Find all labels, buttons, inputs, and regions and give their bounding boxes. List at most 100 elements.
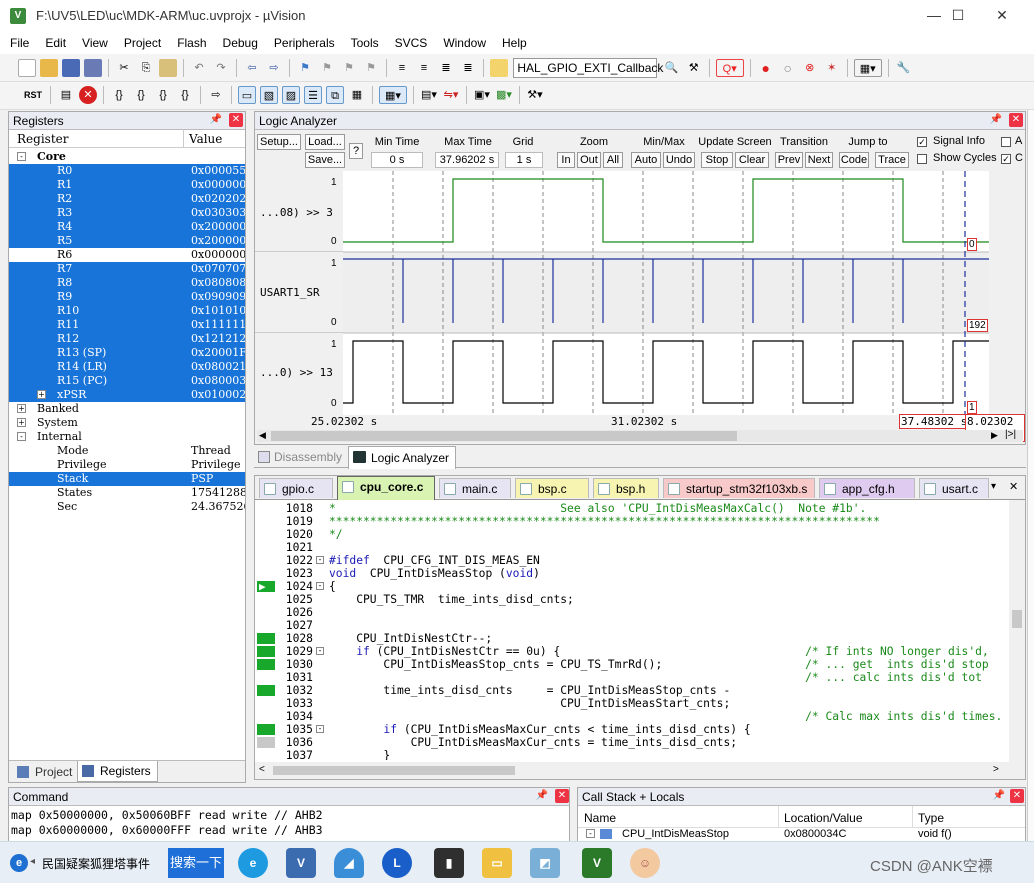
register-row[interactable]: R3 0x0303030 [9,206,245,220]
menu-item-view[interactable]: View [82,32,108,54]
expand-toggle-icon[interactable]: + [17,418,26,427]
run-icon[interactable]: ▤ [57,86,75,104]
fold-toggle-icon[interactable]: - [316,647,324,655]
close-panel-icon[interactable]: ✕ [1010,789,1024,803]
close-tab-icon[interactable]: ✕ [1009,480,1018,493]
code-line[interactable]: 1026 [255,606,1007,619]
register-row[interactable]: R1 0x0000000 [9,178,245,192]
transition-prev-button[interactable]: Prev [775,152,803,168]
news-headline[interactable]: 民国疑案狐狸塔事件 [42,855,150,872]
help-button[interactable]: ? [349,143,363,159]
expand-icon[interactable]: - [586,829,595,838]
code-line[interactable]: 1028 CPU_IntDisNestCtr--; [255,632,1007,645]
cut-icon[interactable]: ✂ [115,59,133,77]
code-line[interactable]: ▶ 1024-{ [255,580,1007,593]
fold-toggle-icon[interactable]: - [316,556,324,564]
avatar-icon[interactable]: ☺ [630,848,660,878]
tab-project[interactable]: Project [13,763,78,781]
debug-session-icon[interactable]: Q▾ [715,59,744,77]
register-row[interactable]: R5 0x200000C [9,234,245,248]
zoom-in-button[interactable]: In [557,152,575,168]
signal-info-checkbox[interactable]: ✓ [917,137,927,147]
minmax-undo-button[interactable]: Undo [663,152,695,168]
code-line[interactable]: 1037 } [255,749,1007,760]
editor-tab[interactable]: startup_stm32f103xb.s [663,478,815,498]
tree-core[interactable]: - Core [9,150,245,164]
code-line[interactable]: 1027 [255,619,1007,632]
register-row[interactable]: R7 0x0707070 [9,262,245,276]
shark-app-icon[interactable]: ◢ [334,848,364,878]
stop-debug-icon[interactable]: ✕ [79,86,97,104]
register-row[interactable]: R15 (PC) 0x0800034 [9,374,245,388]
editor-tab[interactable]: usart.c [919,478,989,498]
auto-button[interactable]: Auto [631,152,661,168]
search-button[interactable]: 搜索一下 [168,848,224,878]
next-bookmark-icon[interactable]: ⚑ [340,59,358,77]
step-icon[interactable]: {} [110,86,128,104]
code-line[interactable]: 1018 * See also 'CPU_IntDisMeasMaxCalc() … [255,502,1007,515]
configure-icon[interactable]: 🔧 [895,59,913,77]
menu-item-project[interactable]: Project [124,32,161,54]
code-line[interactable]: 1034 /* Calc max ints dis'd times. [255,710,1007,723]
disassembly-window-icon[interactable]: ▧ [260,86,278,104]
call-stack-row[interactable]: - CPU_IntDisMeasStop 0x0800034C void f() [578,828,1025,842]
system-viewer-icon[interactable]: ▩▾ [495,86,513,104]
editor-tab[interactable]: cpu_core.c [337,476,435,500]
jump-code-button[interactable]: Code [839,152,869,168]
expand-toggle-icon[interactable]: + [17,404,26,413]
update-clear-button[interactable]: Clear [735,152,769,168]
menu-item-flash[interactable]: Flash [177,32,206,54]
register-row[interactable]: R8 0x0808080 [9,276,245,290]
transition-next-button[interactable]: Next [805,152,833,168]
register-row[interactable]: R0 0x0000550 [9,164,245,178]
indent-icon[interactable]: ≡ [393,59,411,77]
menu-item-file[interactable]: File [10,32,29,54]
expand-toggle-icon[interactable]: - [17,152,26,161]
comment-icon[interactable]: ≣ [437,59,455,77]
editor-tab[interactable]: bsp.h [593,478,659,498]
close-window-button[interactable]: ✕ [982,4,1022,26]
editor-tab[interactable]: gpio.c [259,478,333,498]
memory-window-icon[interactable]: ▦▾ [379,86,407,104]
code-line[interactable]: 1031 /* ... calc ints dis'd tot [255,671,1007,684]
code-line[interactable]: 1032 time_ints_disd_cnts = CPU_IntDisMea… [255,684,1007,697]
watch-window-icon[interactable]: ▦ [348,86,366,104]
fold-toggle-icon[interactable]: - [316,725,324,733]
fold-toggle-icon[interactable]: - [316,582,324,590]
menu-item-window[interactable]: Window [443,32,486,54]
uvision-green-icon[interactable]: V [582,848,612,878]
register-row[interactable]: R11 0x1111111 [9,318,245,332]
pin-icon[interactable]: 📌 [989,113,1003,127]
code-line[interactable]: 1020 */ [255,528,1007,541]
find-icon[interactable]: 🔍 [663,59,681,77]
register-row[interactable]: R6 0x0000000 [9,248,245,262]
expand-toggle-icon[interactable]: - [17,432,26,441]
code-line[interactable]: 1021 [255,541,1007,554]
trace-window-icon[interactable]: ▣▾ [473,86,491,104]
tree-internal[interactable]: - Internal [9,430,245,444]
redo-icon[interactable]: ↷ [212,59,230,77]
breakpoint-clear-icon[interactable]: ⊗ [801,59,819,77]
internal-row[interactable]: Mode Thread [9,444,245,458]
show-cycles-checkbox[interactable] [917,154,927,164]
undo-icon[interactable]: ↶ [190,59,208,77]
close-panel-icon[interactable]: ✕ [229,113,243,127]
unindent-icon[interactable]: ≡ [415,59,433,77]
internal-row[interactable]: Sec 24.367526 [9,500,245,514]
menu-item-svcs[interactable]: SVCS [395,32,428,54]
editor-tab[interactable]: app_cfg.h [819,478,915,498]
expand-toggle-icon[interactable]: + [37,390,46,399]
step-out-icon[interactable]: {} [154,86,172,104]
register-row[interactable]: R14 (LR) 0x0800218 [9,360,245,374]
menu-item-help[interactable]: Help [502,32,527,54]
register-row[interactable]: R13 (SP) 0x20001F4 [9,346,245,360]
menu-item-peripherals[interactable]: Peripherals [274,32,335,54]
paste-icon[interactable] [159,59,177,77]
copy-icon[interactable]: ⎘ [137,59,155,77]
function-select[interactable]: HAL_GPIO_EXTI_Callback [513,58,663,78]
breakpoint-disable-icon[interactable]: ○ [779,59,797,77]
find-in-files-icon[interactable] [490,59,508,77]
analysis-window-icon[interactable]: ⇋▾ [442,86,460,104]
close-panel-icon[interactable]: ✕ [1009,113,1023,127]
reset-icon[interactable]: RST [22,86,44,104]
